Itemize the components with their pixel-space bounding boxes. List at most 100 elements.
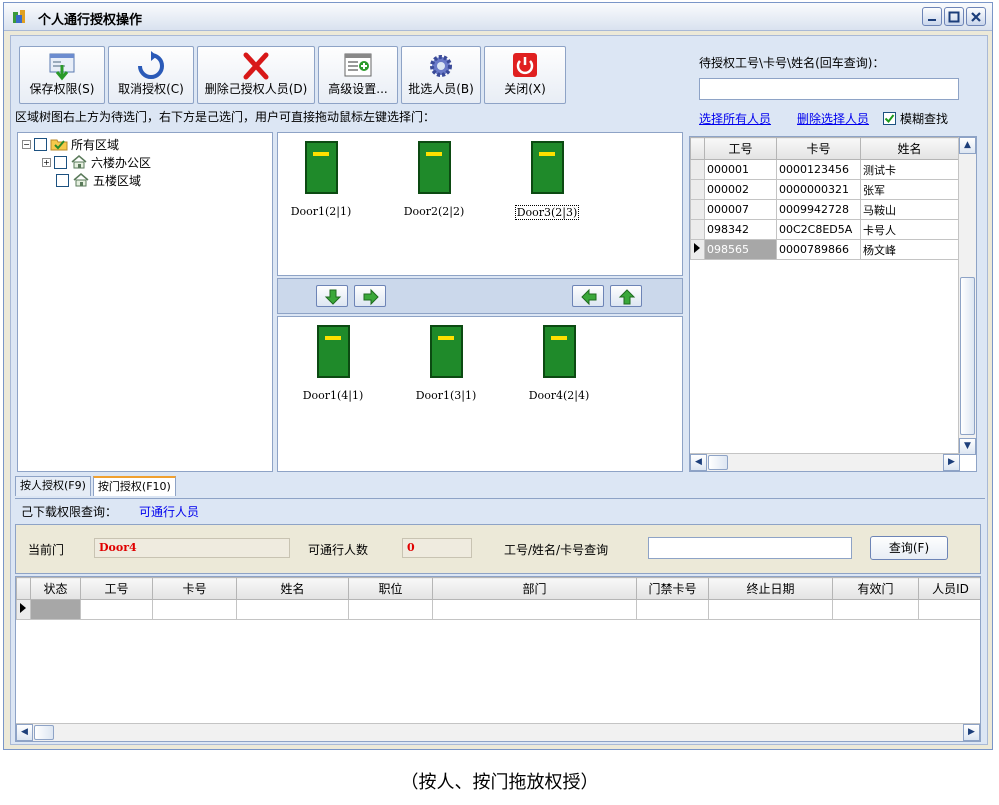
cell-cardno[interactable]: 0000123456: [776, 159, 861, 180]
col-header-cardno[interactable]: 卡号: [152, 577, 237, 600]
col-header-empno[interactable]: 工号: [80, 577, 153, 600]
minimize-button[interactable]: [922, 7, 942, 26]
cell-end-date[interactable]: [708, 599, 833, 620]
table-row[interactable]: 000001 0000123456 测试卡: [690, 159, 959, 180]
maximize-button[interactable]: [944, 7, 964, 26]
move-down-button[interactable]: [316, 285, 348, 307]
pending-doors-pane[interactable]: Door1(2|1) Door2(2|2) Door3(2|3): [277, 132, 683, 276]
tree-checkbox[interactable]: [54, 155, 67, 169]
cancel-auth-button[interactable]: 取消授权(C): [108, 46, 194, 104]
close-button[interactable]: [966, 7, 986, 26]
move-left-button[interactable]: [572, 285, 604, 307]
cell-name[interactable]: 张军: [860, 179, 959, 200]
col-header-end-date[interactable]: 终止日期: [708, 577, 833, 600]
col-header-person-id[interactable]: 人员ID: [918, 577, 980, 600]
door-item[interactable]: Door4(2|4): [514, 325, 604, 402]
scroll-thumb[interactable]: [960, 277, 975, 435]
door-item[interactable]: Door2(2|2): [389, 141, 479, 218]
col-header-status[interactable]: 状态: [30, 577, 81, 600]
door-item[interactable]: Door1(3|1): [401, 325, 491, 402]
selected-doors-pane[interactable]: Door1(4|1) Door1(3|1) Door4(2|4): [277, 316, 683, 472]
col-header-empno[interactable]: 工号: [704, 137, 777, 160]
move-up-button[interactable]: [610, 285, 642, 307]
people-grid[interactable]: 工号 卡号 姓名 000001 0000123456 测试卡 000002 00…: [689, 136, 977, 472]
tree-node-floor5[interactable]: 五楼区域: [56, 171, 141, 189]
scroll-right-icon[interactable]: ▶: [963, 724, 980, 741]
cell-position[interactable]: [348, 599, 433, 620]
row-header[interactable]: [690, 159, 705, 180]
cell-name[interactable]: [236, 599, 349, 620]
delete-selected-link[interactable]: 删除选择人员: [797, 110, 869, 127]
delete-authorized-button[interactable]: 删除己授权人员(D): [197, 46, 315, 104]
row-header[interactable]: [16, 599, 31, 620]
tree-checkbox[interactable]: [34, 137, 47, 151]
scroll-up-icon[interactable]: ▲: [959, 137, 976, 154]
col-header-position[interactable]: 职位: [348, 577, 433, 600]
title-bar[interactable]: 个人通行授权操作: [4, 3, 992, 31]
tree-checkbox[interactable]: [56, 173, 69, 187]
scroll-right-icon[interactable]: ▶: [943, 454, 960, 471]
cell-empno[interactable]: 098342: [704, 219, 777, 240]
table-row[interactable]: 000007 0009942728 马鞍山: [690, 199, 959, 220]
cell-name[interactable]: 杨文峰: [860, 239, 959, 260]
scroll-down-icon[interactable]: ▼: [959, 438, 976, 455]
cell-status[interactable]: [30, 599, 81, 620]
cell-empno[interactable]: 000001: [704, 159, 777, 180]
people-search-input[interactable]: [648, 537, 852, 559]
row-header[interactable]: [690, 199, 705, 220]
cell-empno[interactable]: 000002: [704, 179, 777, 200]
col-header-valid-door[interactable]: 有效门: [832, 577, 919, 600]
cell-name[interactable]: 卡号人: [860, 219, 959, 240]
horizontal-scrollbar[interactable]: ◀ ▶: [16, 723, 980, 741]
scroll-thumb[interactable]: [708, 455, 728, 470]
scroll-left-icon[interactable]: ◀: [16, 724, 33, 741]
col-header-cardno[interactable]: 卡号: [776, 137, 861, 160]
cell-empno[interactable]: [80, 599, 153, 620]
allowed-people-link[interactable]: 可通行人员: [139, 503, 199, 520]
cell-cardno[interactable]: 0000000321: [776, 179, 861, 200]
advanced-settings-button[interactable]: 高级设置...: [318, 46, 398, 104]
cell-department[interactable]: [432, 599, 637, 620]
batch-select-button[interactable]: 批选人员(B): [401, 46, 481, 104]
save-permission-button[interactable]: 保存权限(S): [19, 46, 105, 104]
row-header[interactable]: [690, 179, 705, 200]
tree-node-floor6[interactable]: + 六楼办公区: [42, 153, 151, 171]
tree-node-root[interactable]: − 所有区域: [22, 135, 119, 153]
col-header-name[interactable]: 姓名: [236, 577, 349, 600]
fuzzy-checkbox[interactable]: [883, 112, 896, 125]
door-item[interactable]: Door3(2|3): [502, 141, 592, 220]
vertical-scrollbar[interactable]: ▲ ▼: [958, 137, 976, 455]
cell-valid-door[interactable]: [832, 599, 919, 620]
table-row[interactable]: [16, 599, 980, 620]
search-input[interactable]: [699, 78, 959, 100]
row-header[interactable]: [690, 239, 705, 260]
row-header[interactable]: [690, 219, 705, 240]
fuzzy-search-option[interactable]: 模糊查找: [883, 110, 948, 127]
select-all-link[interactable]: 选择所有人员: [699, 110, 771, 127]
scroll-left-icon[interactable]: ◀: [690, 454, 707, 471]
horizontal-scrollbar[interactable]: ◀ ▶: [690, 453, 960, 471]
cell-name[interactable]: 测试卡: [860, 159, 959, 180]
table-row[interactable]: 000002 0000000321 张军: [690, 179, 959, 200]
col-header-access-card[interactable]: 门禁卡号: [636, 577, 709, 600]
cell-name[interactable]: 马鞍山: [860, 199, 959, 220]
cell-cardno[interactable]: [152, 599, 237, 620]
move-right-button[interactable]: [354, 285, 386, 307]
cell-cardno[interactable]: 0000789866: [776, 239, 861, 260]
col-header-name[interactable]: 姓名: [860, 137, 959, 160]
result-grid[interactable]: 状态 工号 卡号 姓名 职位 部门 门禁卡号 终止日期 有效门 人员ID ◀ ▶: [15, 576, 981, 742]
area-tree[interactable]: − 所有区域 + 六楼办公区 五楼区域: [17, 132, 273, 472]
close-dialog-button[interactable]: 关闭(X): [484, 46, 566, 104]
cell-empno[interactable]: 098565: [704, 239, 777, 260]
scroll-thumb[interactable]: [34, 725, 54, 740]
cell-access-card[interactable]: [636, 599, 709, 620]
tab-by-person[interactable]: 按人授权(F9): [15, 476, 91, 496]
door-item[interactable]: Door1(2|1): [276, 141, 366, 218]
door-item[interactable]: Door1(4|1): [288, 325, 378, 402]
table-row[interactable]: 098342 00C2C8ED5A 卡号人: [690, 219, 959, 240]
expand-icon[interactable]: +: [42, 157, 51, 167]
query-button[interactable]: 查询(F): [870, 536, 948, 560]
cell-cardno[interactable]: 00C2C8ED5A: [776, 219, 861, 240]
col-header-department[interactable]: 部门: [432, 577, 637, 600]
cell-person-id[interactable]: [918, 599, 980, 620]
